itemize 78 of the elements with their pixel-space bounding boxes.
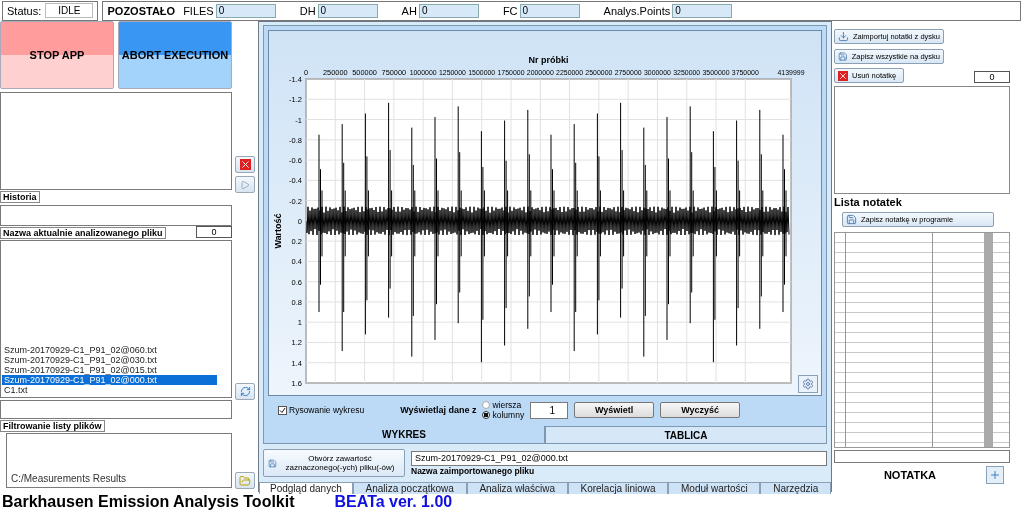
radio-label: kolumny (492, 410, 525, 420)
current-file-field[interactable] (0, 205, 232, 226)
counter-label: FILES (183, 4, 214, 17)
settings-button[interactable] (798, 375, 818, 393)
status-value: IDLE (45, 3, 94, 18)
play-icon (240, 179, 250, 190)
counter-field: 0 (418, 3, 479, 18)
counter-label: AH (401, 4, 417, 17)
filter-field[interactable] (0, 400, 232, 419)
checkbox[interactable] (278, 405, 287, 415)
main-tab[interactable]: Moduł wartości (668, 482, 761, 494)
action-button[interactable]: Wyczyść (660, 402, 741, 418)
play-button[interactable] (235, 176, 255, 193)
field-label: Nazwa aktualnie analizowanego pliku (0, 227, 166, 239)
path-field[interactable]: C:/Measurements Results (6, 433, 232, 488)
counter-label: FC (502, 4, 518, 17)
add-button[interactable] (986, 466, 1004, 484)
file-item[interactable]: Szum-20170929-C1_P91_02@000.txt (2, 375, 217, 385)
refresh-icon (239, 386, 251, 397)
save-icon (268, 456, 277, 470)
axis-title: Nr próbki (528, 55, 569, 65)
open-file-button[interactable]: Otwórz zawartość zaznaczonego(-ych) pliku(-ów) (263, 449, 405, 477)
field-label: Nazwa zaimportowanego pliku (411, 465, 536, 476)
note-title: NOTATKA (882, 469, 938, 481)
main-tab[interactable]: Korelacja liniowa (567, 482, 669, 494)
close-icon (838, 70, 848, 81)
status-label: Status: (7, 4, 42, 17)
history-box[interactable] (0, 92, 232, 190)
notes-grid[interactable] (834, 232, 1010, 448)
close-icon (239, 159, 251, 170)
list-label: Lista notatek (834, 196, 903, 208)
refresh-button[interactable] (235, 383, 255, 400)
counter-field: 0 (519, 3, 580, 18)
field-label: Historia (0, 191, 40, 203)
file-item[interactable]: Szum-20170929-C1_P91_02@030.txt (2, 355, 217, 365)
abort-button[interactable]: ABORT EXECUTION (118, 21, 232, 89)
main-tab[interactable]: Analiza początkowa (352, 482, 467, 494)
radio-button[interactable] (482, 401, 491, 409)
save-icon (846, 214, 857, 225)
plus-icon (989, 469, 1001, 481)
folder-button[interactable] (235, 472, 255, 489)
check-icon (279, 406, 286, 414)
spinner-field[interactable]: 1 (530, 401, 569, 419)
counter-field: 0 (215, 3, 276, 18)
note-field[interactable] (834, 450, 1010, 463)
delete-button[interactable] (235, 156, 255, 173)
file-item[interactable]: Szum-20170929-C1_P91_02@015.txt (2, 365, 217, 375)
field-label: Filtrowanie listy plików (0, 420, 105, 432)
counter-label: DH (299, 4, 316, 17)
axis-title: Wartość (273, 213, 283, 249)
folder-icon (239, 474, 251, 487)
file-item[interactable]: C1.txt (2, 385, 217, 395)
stop-app-button[interactable]: STOP APP (0, 21, 114, 89)
main-tab[interactable]: Podgląd danych (259, 482, 353, 494)
counter-field: 0 (317, 3, 378, 18)
view-tab[interactable]: WYKRES (263, 426, 545, 444)
app-title: Barkhausen Emission Analysis Toolkit (2, 493, 295, 511)
notes-list[interactable] (834, 86, 1010, 194)
radio-button[interactable] (482, 411, 491, 419)
remaining-label: POZOSTAŁO (107, 4, 176, 17)
settings-icon (802, 378, 814, 390)
file-count-field: 0 (196, 226, 232, 238)
file-item[interactable]: Szum-20170929-C1_P91_02@060.txt (2, 345, 217, 355)
main-tab[interactable]: Narzędzia (760, 482, 831, 494)
display-label: Wyświetlaj dane z (400, 405, 477, 415)
app-version: BEATa ver. 1.00 (334, 493, 453, 511)
file-list[interactable]: Szum-20170929-C1_P91_02@060.txt Szum-20170929-C1_P91_02@030.txt Szum-20170929-C1_P91_02@015.txt Szum-20170929-C1_P91_02@000.txt C1.txt (0, 240, 232, 398)
note-count-field: 0 (974, 71, 1010, 83)
counter-field: 0 (672, 3, 733, 18)
main-tab[interactable]: Analiza właściwa (466, 482, 568, 494)
save-icon (838, 51, 848, 62)
checkbox-label: Rysowanie wykresu (289, 405, 365, 415)
view-tab[interactable]: TABLICA (545, 426, 827, 444)
imported-file-field[interactable]: Szum-20170929-C1_P91_02@000.txt (411, 450, 827, 466)
action-button[interactable]: Wyświetl (574, 402, 655, 418)
counter-label: Analys.Points (603, 4, 671, 17)
radio-label: wiersza (492, 400, 522, 410)
download-icon (838, 31, 849, 42)
